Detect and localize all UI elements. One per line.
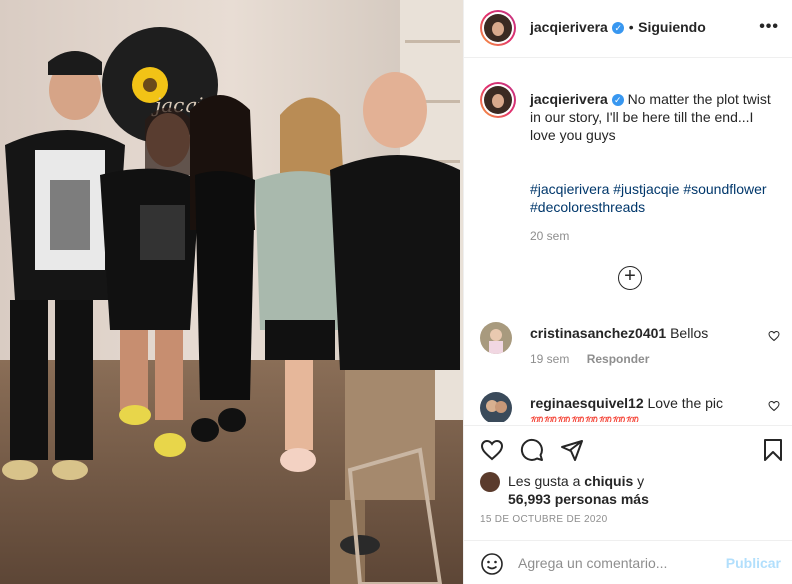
post-date[interactable]: 15 DE OCTUBRE DE 2020 <box>480 514 607 525</box>
comment-text: Love the pic <box>647 395 724 411</box>
comment-emojis: 💯💯💯💯💯💯💯💯 <box>530 417 640 422</box>
post-header: jacqierivera ✓ • Siguiendo ••• <box>464 0 792 58</box>
post-caption: jacqierivera ✓ No matter the plot twist … <box>530 90 780 144</box>
commenter-avatar[interactable] <box>480 322 512 354</box>
verified-badge-icon: ✓ <box>612 22 625 34</box>
liker-avatar[interactable] <box>480 472 500 492</box>
likes-prefix: Les gusta a <box>508 473 585 489</box>
more-options-icon[interactable]: ••• <box>759 18 779 36</box>
likes-suffix: y <box>633 473 645 489</box>
comment-item: reginaesquivel12 Love the pic 💯💯💯💯💯💯💯💯 <box>480 392 780 422</box>
hashtag-link[interactable]: #soundflower <box>683 181 766 197</box>
share-icon[interactable] <box>560 438 584 462</box>
like-comment-heart-icon[interactable] <box>768 400 780 412</box>
commenter-username[interactable]: reginaesquivel12 <box>530 395 644 411</box>
heart-icon[interactable] <box>480 438 504 462</box>
caption-avatar[interactable] <box>480 82 516 118</box>
header-separator: • <box>628 19 634 35</box>
load-more-comments-icon[interactable]: + <box>618 266 642 290</box>
liker-username[interactable]: chiquis <box>584 473 633 489</box>
post-photo[interactable]: jacqie <box>0 0 463 584</box>
hashtag-link[interactable]: #decoloresthreads <box>530 199 645 215</box>
following-button[interactable]: Siguiendo <box>638 19 706 35</box>
caption-hashtags: #jacqierivera #justjacqie #soundflower #… <box>530 180 780 216</box>
commenter-avatar[interactable] <box>480 392 512 422</box>
publish-button[interactable]: Publicar <box>726 555 781 571</box>
reply-button[interactable]: Responder <box>587 352 650 366</box>
group-photo-image: jacqie <box>0 0 463 584</box>
author-username[interactable]: jacqierivera <box>530 19 608 35</box>
caption-age[interactable]: 20 sem <box>530 229 569 243</box>
add-comment-bar: Publicar <box>464 540 792 584</box>
comment-text: Bellos <box>670 325 709 341</box>
comment-age[interactable]: 19 sem <box>530 352 569 366</box>
author-avatar[interactable] <box>480 10 516 46</box>
like-comment-heart-icon[interactable] <box>768 330 780 342</box>
comment-input[interactable] <box>518 552 718 574</box>
caption-username[interactable]: jacqierivera <box>530 91 608 107</box>
post-action-bar <box>464 425 792 473</box>
comment-icon[interactable] <box>520 438 544 462</box>
hashtag-link[interactable]: #jacqierivera <box>530 181 609 197</box>
likes-count[interactable]: 56,993 personas más <box>508 490 649 508</box>
post-side-panel: jacqierivera ✓ • Siguiendo ••• jacqieriv… <box>463 0 792 584</box>
bookmark-icon[interactable] <box>761 438 785 462</box>
hashtag-link[interactable]: #justjacqie <box>613 181 679 197</box>
commenter-username[interactable]: cristinasanchez0401 <box>530 325 666 341</box>
comment-item: cristinasanchez0401 Bellos 19 sem Respon… <box>480 322 780 372</box>
verified-badge-icon: ✓ <box>611 94 624 106</box>
emoji-icon[interactable] <box>480 552 504 576</box>
